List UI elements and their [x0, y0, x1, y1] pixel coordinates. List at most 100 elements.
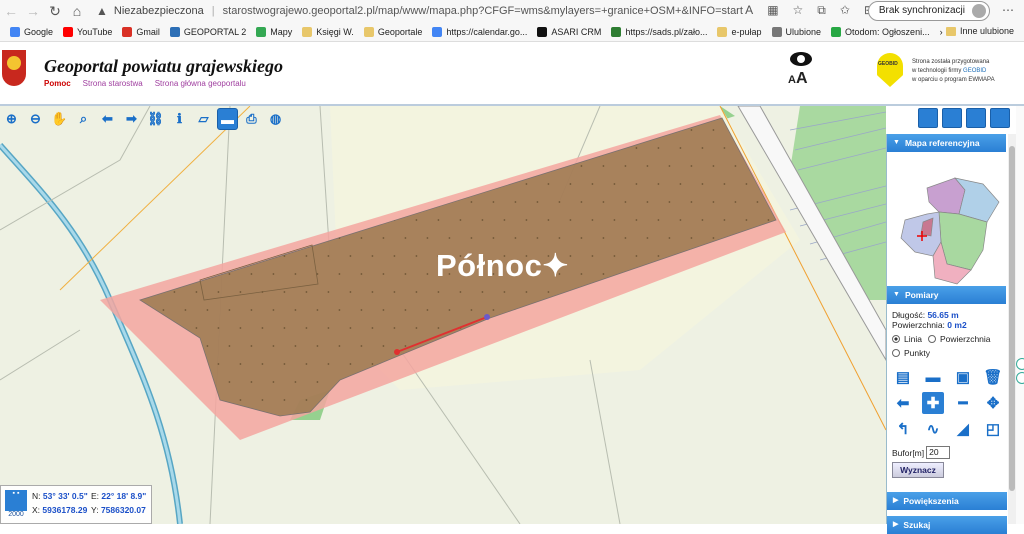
reference-map[interactable] [887, 152, 1006, 286]
bookmark-item[interactable]: YouTube [63, 26, 112, 37]
forward-icon[interactable]: → [22, 3, 44, 19]
measure-ruler-icon[interactable]: ▬ [217, 108, 238, 130]
bookmark-icon [256, 26, 267, 37]
portal-header: Geoportal powiatu grajewskiego Pomoc Str… [0, 42, 1024, 106]
arrow-left-icon[interactable]: ⬅ [892, 392, 914, 414]
bookmark-icon [537, 26, 548, 37]
scale-box[interactable]: ▪ ▪ 2000 [5, 490, 27, 518]
more-bookmarks-icon[interactable]: › [940, 27, 943, 37]
measure-start-point[interactable] [394, 349, 400, 355]
bookmark-icon [717, 26, 728, 37]
zoom-out-icon[interactable]: ⊖ [25, 108, 46, 130]
back-arrow-icon[interactable]: ⬅ [97, 108, 118, 130]
bookmark-icon [831, 26, 842, 37]
map-toolbar: ⊕ ⊖ ✋ ⌕ ⬅ ➡ ⛓ ℹ ▱ ▬ ⎙ ◍ [0, 108, 286, 132]
bookmark-item[interactable]: GEOPORTAL 2 [169, 26, 246, 37]
bookmark-item[interactable]: https://sads.pl/zało... [611, 26, 707, 37]
print-icon[interactable]: ⎙ [241, 108, 262, 130]
reload-icon[interactable]: ↻ [44, 3, 66, 20]
mode-area-radio[interactable] [927, 335, 936, 343]
security-label[interactable]: Niezabezpieczona [114, 5, 204, 17]
bookmark-item[interactable]: Mapy [256, 26, 292, 37]
page-title: Geoportal powiatu grajewskiego [44, 56, 284, 76]
measure-end-point[interactable] [484, 314, 490, 320]
reference-map-header[interactable]: ▼ Mapa referencyjna [887, 134, 1006, 152]
font-size-icon[interactable]: AA [788, 70, 808, 88]
layout-toolbar [918, 108, 1010, 128]
favorites-icon[interactable]: ✩ [840, 3, 850, 18]
help-link[interactable]: Pomoc [44, 79, 71, 88]
contrast-eye-icon[interactable] [790, 52, 812, 66]
angle-label-icon[interactable]: ↰ [892, 418, 914, 440]
layout-left-panel-icon[interactable] [942, 108, 962, 128]
sparkle-icon: ✦ [542, 248, 569, 283]
bookmark-item[interactable]: Google [10, 26, 53, 37]
mode-line-radio[interactable] [892, 335, 900, 343]
save-icon[interactable]: ▣ [952, 366, 974, 388]
y-coordinate-value: 7586320.07 [100, 505, 146, 515]
measurements-section: Długość: 56.65 m Powierzchnia: 0 m2 Lini… [887, 304, 1006, 478]
move-point-icon[interactable]: ✥ [982, 392, 1004, 414]
zoom-in-icon[interactable]: ⊕ [1, 108, 22, 130]
cube-icon[interactable]: ◰ [982, 418, 1004, 440]
layout-right-panel-icon[interactable] [990, 108, 1010, 128]
bookmark-icon [611, 26, 622, 37]
read-aloud-icon[interactable]: A [745, 3, 753, 18]
bookmark-item[interactable]: Geoportale [363, 26, 422, 37]
new-document-icon[interactable]: ▤ [892, 366, 914, 388]
forward-arrow-icon[interactable]: ➡ [121, 108, 142, 130]
bookmarks-bar: Google YouTube Gmail GEOPORTAL 2 Mapy Księgi … [0, 22, 1024, 42]
watermark-text: Północ✦ [436, 248, 569, 283]
county-site-link[interactable]: Strona starostwa [83, 79, 143, 88]
geoportal-home-link[interactable]: Strona główna geoportalu [155, 79, 246, 88]
open-folder-icon[interactable]: ▬ [922, 366, 944, 388]
mode-points-radio[interactable] [892, 349, 900, 357]
bookmark-icon [63, 26, 74, 37]
info-icon[interactable]: ℹ [169, 108, 190, 130]
pan-hand-icon[interactable]: ✋ [49, 108, 70, 130]
url-field[interactable]: starostwograjewo.geoportal2.pl/map/www/m… [223, 5, 743, 17]
sidebar-toggle-icon[interactable] [1016, 372, 1024, 384]
close-sidebar-icon[interactable] [1016, 358, 1024, 370]
link-icon[interactable]: ⛓ [145, 108, 166, 130]
zoom-window-icon[interactable]: ⌕ [73, 108, 94, 130]
bookmark-item[interactable]: ASARI CRM [537, 26, 601, 37]
app-icon[interactable]: ▦ [767, 3, 778, 18]
measurements-header[interactable]: ▼ Pomiary [887, 286, 1006, 304]
bookmark-item[interactable]: https://calendar.go... [432, 26, 527, 37]
profile-icon[interactable]: ◢ [952, 418, 974, 440]
more-menu-icon[interactable]: ⋯ [1002, 3, 1014, 17]
delete-icon[interactable]: 🗑 [982, 366, 1004, 388]
zoom-section-header[interactable]: ▶ Powiększenia [887, 492, 1007, 510]
split-screen-icon[interactable]: ⧉ [817, 3, 826, 18]
search-section-header[interactable]: ▶ Szukaj [887, 516, 1007, 534]
bookmark-item[interactable]: e-pułap [717, 26, 762, 37]
layout-full-icon[interactable] [918, 108, 938, 128]
bookmark-item[interactable]: Ulubione [771, 26, 821, 37]
browser-address-bar: ← → ↻ ⌂ ▲ Niezabezpieczona | starostwogr… [0, 0, 1024, 22]
back-icon[interactable]: ← [0, 3, 22, 19]
area-value: 0 m2 [947, 320, 967, 330]
bookmark-item[interactable]: Gmail [122, 26, 160, 37]
home-icon[interactable]: ⌂ [66, 3, 88, 19]
calculate-button[interactable]: Wyznacz [892, 462, 944, 478]
folder-icon [945, 26, 956, 36]
remove-point-icon[interactable]: ━ [952, 392, 974, 414]
legend-icon[interactable]: ▱ [193, 108, 214, 130]
panel-scrollbar[interactable] [1008, 134, 1016, 524]
sync-button[interactable]: Brak synchronizacji [867, 1, 990, 21]
map-canvas[interactable] [0, 106, 886, 524]
bookmark-item[interactable]: Księgi W. [302, 26, 354, 37]
length-value: 56.65 m [927, 310, 959, 320]
globe-icon[interactable]: ◍ [265, 108, 286, 130]
side-panel: ▼ Mapa referencyjna ▼ Pomiary Długość: 56.… [886, 134, 1007, 534]
warning-icon[interactable]: ▲ [96, 4, 108, 18]
bookmark-item[interactable]: Otodom: Ogłoszeni... [831, 26, 930, 37]
add-point-icon[interactable]: ✚ [922, 392, 944, 414]
geobid-logo: GEOBID [877, 53, 903, 87]
buffer-input[interactable]: 20 [926, 446, 951, 459]
polyline-icon[interactable]: ∿ [922, 418, 944, 440]
other-favorites-folder[interactable]: Inne ulubione [945, 26, 1014, 36]
favorite-star-icon[interactable]: ☆ [793, 3, 804, 18]
export-icon[interactable] [966, 108, 986, 128]
